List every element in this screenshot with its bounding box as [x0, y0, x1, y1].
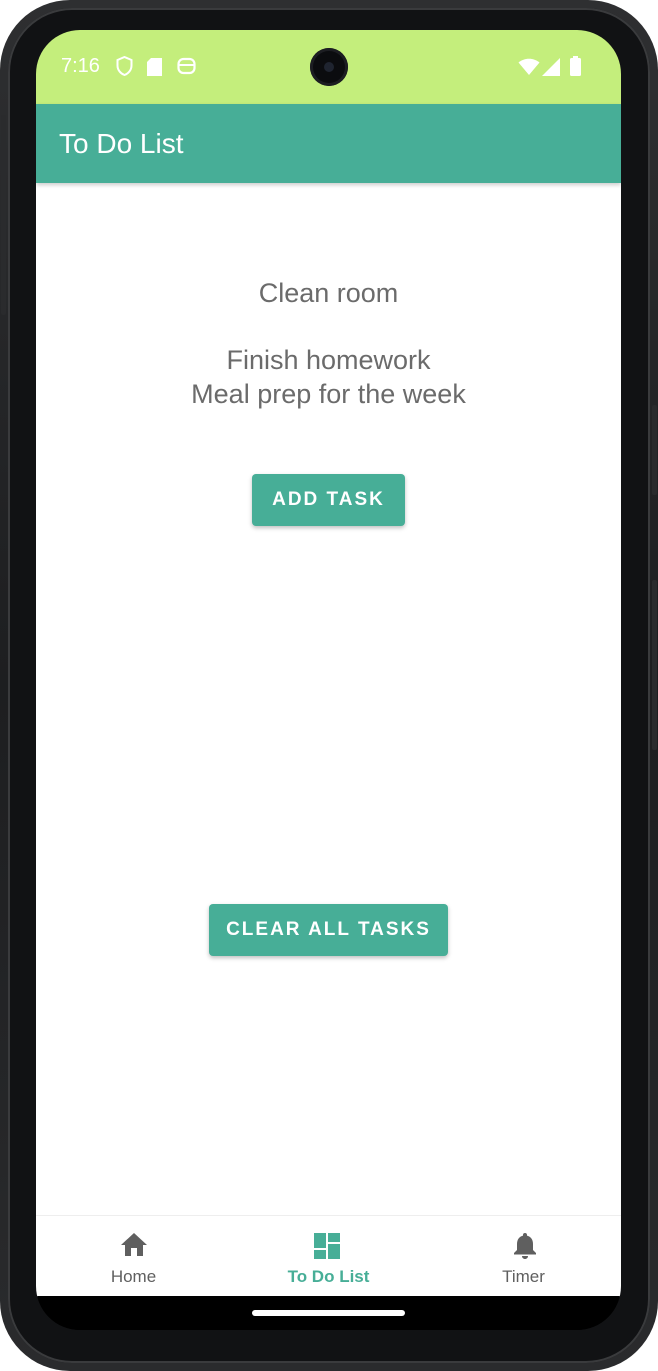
volume-button	[652, 405, 657, 495]
app-bar: To Do List	[36, 104, 621, 183]
nav-item-to-do-list[interactable]: To Do List	[231, 1216, 426, 1297]
task-item: Meal prep for the week	[191, 379, 466, 409]
status-bar: 7:16	[36, 30, 621, 104]
phone-frame: 7:16 To Do List Clean room Finish homewo…	[0, 0, 658, 1371]
task-item: Finish homework	[226, 345, 431, 375]
signal-icon	[542, 58, 560, 81]
nav-label-timer: Timer	[502, 1267, 545, 1286]
home-gesture-handle[interactable]	[252, 1310, 405, 1316]
page-title: To Do List	[59, 128, 184, 159]
task-item: Clean room	[258, 278, 399, 308]
clear-all-tasks-button[interactable]: CLEAR ALL TASKS	[209, 904, 448, 956]
status-time: 7:16	[61, 55, 100, 77]
sd-card-icon	[147, 58, 162, 81]
screen: 7:16 To Do List Clean room Finish homewo…	[36, 30, 621, 1330]
gesture-navigation-area	[36, 1296, 621, 1330]
shield-icon	[116, 55, 133, 81]
left-side-button	[1, 115, 6, 315]
nav-label-home: Home	[110, 1267, 157, 1286]
bell-icon	[510, 1230, 540, 1260]
nav-label-to-do-list: To Do List	[287, 1267, 370, 1286]
battery-icon	[570, 56, 581, 81]
power-button	[652, 580, 657, 750]
android-icon	[177, 57, 196, 80]
nav-item-timer[interactable]: Timer	[426, 1216, 621, 1297]
home-icon	[119, 1230, 149, 1260]
main-content: Clean room Finish homework Meal prep for…	[36, 183, 621, 1215]
add-task-button[interactable]: ADD TASK	[252, 474, 405, 526]
wifi-icon	[518, 58, 540, 81]
bottom-navigation: Home To Do List Timer	[36, 1215, 621, 1297]
camera-lens	[324, 62, 334, 72]
dashboard-icon	[312, 1231, 342, 1261]
front-camera	[310, 48, 348, 86]
nav-item-home[interactable]: Home	[36, 1216, 231, 1297]
